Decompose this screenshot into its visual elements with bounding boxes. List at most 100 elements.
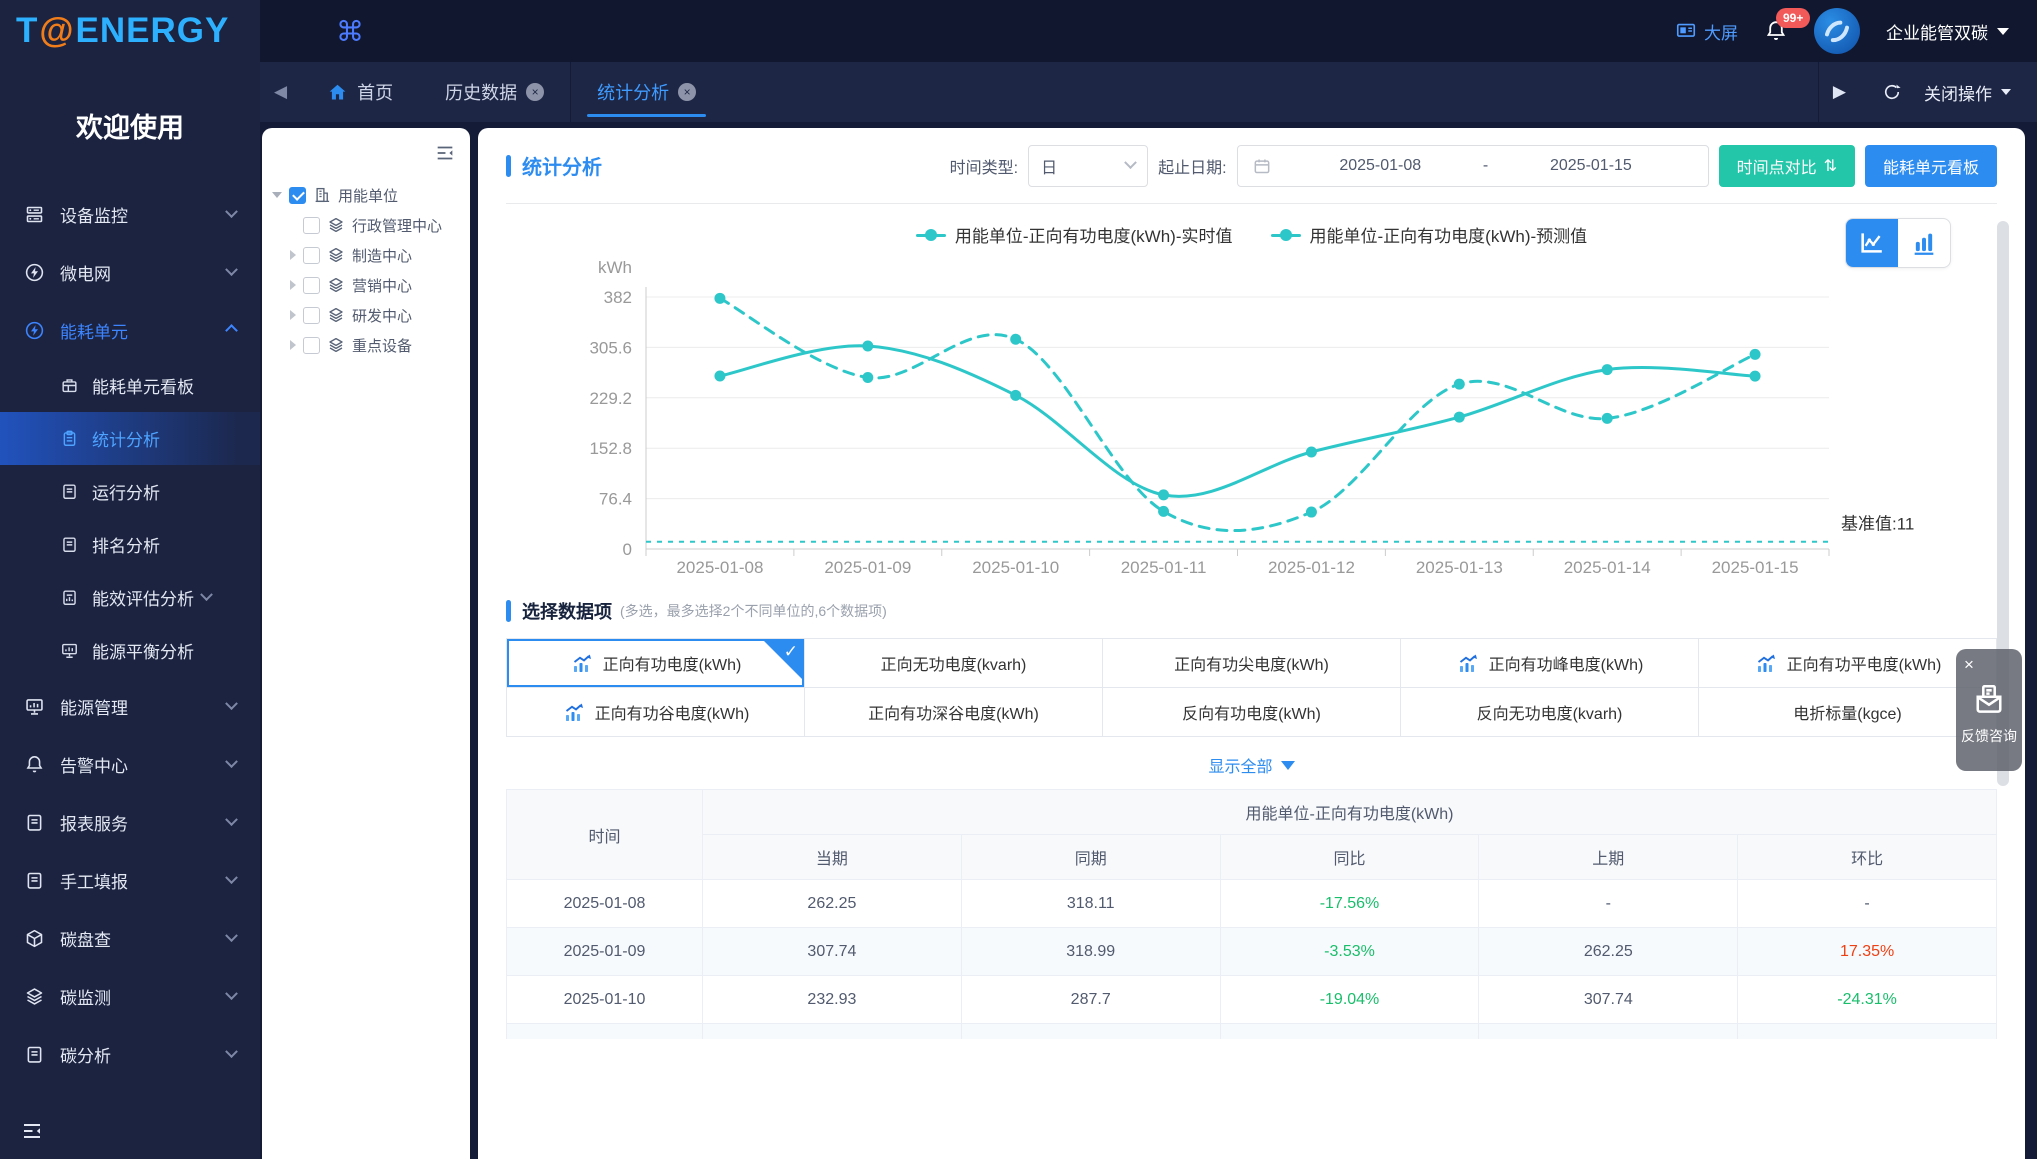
checkbox-unchecked[interactable]	[303, 216, 320, 234]
data-item-grid: 正向有功电度(kWh) 正向无功电度(kvarh) 正向有功尖电度(kWh) 正向有功…	[506, 638, 1997, 737]
feedback-widget[interactable]: × 反馈咨询	[1956, 649, 2022, 771]
caret-right-icon[interactable]	[290, 310, 296, 320]
top-bar: ⌘ 大屏 99+ 企业能管双碳	[260, 0, 2037, 62]
tree-node-root[interactable]: 用能单位	[272, 180, 460, 210]
tree-node-rd-center[interactable]: 研发中心	[272, 300, 460, 330]
data-item-fwd-active-sharp[interactable]: 正向有功尖电度(kWh)	[1103, 639, 1401, 688]
data-item-fwd-active-flat[interactable]: 正向有功平电度(kWh)	[1699, 639, 1997, 688]
sidebar-item-device-monitor[interactable]: 设备监控	[0, 185, 260, 243]
sidebar-item-operation-analysis[interactable]: 运行分析	[0, 465, 260, 518]
data-item-fwd-active-peak[interactable]: 正向有功峰电度(kWh)	[1401, 639, 1699, 688]
tree-collapse-icon[interactable]	[434, 142, 456, 164]
svg-text:76.4: 76.4	[599, 490, 632, 509]
line-chart-toggle-button[interactable]	[1846, 219, 1898, 267]
chevron-down-icon	[1997, 27, 2009, 35]
sidebar-item-efficiency-evaluation[interactable]: 能效评估分析	[0, 571, 260, 624]
tab-history-data[interactable]: 历史数据 ×	[419, 62, 570, 122]
sidebar-item-statistical-analysis[interactable]: 统计分析	[0, 412, 260, 465]
avatar[interactable]	[1814, 8, 1860, 54]
tree-node-label: 研发中心	[352, 307, 413, 325]
date-end-value[interactable]: 2025-01-15	[1488, 157, 1693, 175]
apps-command-icon[interactable]: ⌘	[336, 15, 364, 48]
sidebar-item-carbon-monitoring[interactable]: 碳监测	[0, 967, 260, 1025]
date-range-input[interactable]: 2025-01-08 - 2025-01-15	[1236, 144, 1709, 187]
chevron-down-icon	[225, 262, 238, 276]
checkbox-unchecked[interactable]	[303, 336, 320, 354]
energy-unit-kanban-button[interactable]: 能耗单元看板	[1864, 144, 1997, 187]
chart-canvas[interactable]: 0 76.4 152.8 229.2 305.6 382 kWh 2025-01-08 2025…	[506, 251, 1997, 588]
table-cell: 232.93	[702, 975, 962, 1024]
sidebar-item-microgrid[interactable]: 微电网	[0, 243, 260, 301]
feedback-close-icon[interactable]: ×	[1960, 654, 1978, 675]
caret-right-icon[interactable]	[290, 340, 296, 350]
time-point-compare-button[interactable]: 时间点对比 ⇅	[1718, 144, 1855, 187]
sidebar-item-report-service[interactable]: 报表服务	[0, 793, 260, 851]
sidebar-item-energy-balance[interactable]: 能源平衡分析	[0, 624, 260, 677]
data-item-rev-active[interactable]: 反向有功电度(kWh)	[1103, 688, 1401, 737]
brand-logo-t: T	[16, 11, 39, 50]
legend-item-2[interactable]: 用能单位-正向有功电度(kWh)-预测值	[1270, 222, 1587, 247]
svg-text:2025-01-13: 2025-01-13	[1416, 558, 1503, 577]
tabs-back-arrow[interactable]: ◀	[260, 82, 301, 102]
monitor-icon	[60, 641, 79, 660]
cube-icon	[24, 928, 45, 949]
caret-right-icon[interactable]	[290, 280, 296, 290]
sidebar-item-ranking-analysis[interactable]: 排名分析	[0, 518, 260, 571]
show-all-toggle[interactable]: 显示全部	[506, 753, 1997, 777]
tree-node-admin-center[interactable]: 行政管理中心	[272, 210, 460, 240]
sidebar-collapse-icon[interactable]	[20, 1119, 44, 1143]
data-item-fwd-active[interactable]: 正向有功电度(kWh)	[507, 639, 805, 688]
tree-panel: 用能单位 行政管理中心 制造中心 营销中心研发中心重点设备	[262, 128, 470, 1159]
time-type-select[interactable]: 日	[1028, 144, 1149, 187]
sidebar-item-energy-management[interactable]: 能源管理	[0, 677, 260, 735]
sidebar-item-carbon-analysis[interactable]: 碳分析	[0, 1025, 260, 1083]
tab-close-icon[interactable]: ×	[678, 83, 697, 101]
big-screen-label: 大屏	[1704, 23, 1738, 43]
checkbox-checked[interactable]	[289, 186, 306, 204]
legend-item-1[interactable]: 用能单位-正向有功电度(kWh)-实时值	[915, 222, 1233, 247]
sidebar-item-energy-unit[interactable]: 能耗单元	[0, 301, 260, 359]
close-operations-dropdown[interactable]: 关闭操作	[1916, 80, 2011, 105]
data-item-fwd-reactive[interactable]: 正向无功电度(kvarh)	[805, 639, 1103, 688]
tab-home[interactable]: 首页	[301, 62, 419, 122]
sidebar-item-label: 碳分析	[60, 1046, 111, 1066]
bar-chart-toggle-button[interactable]	[1898, 219, 1950, 267]
tree-node-key-equipment[interactable]: 重点设备	[272, 330, 460, 360]
bolt-icon	[24, 262, 45, 283]
tree-node-manufacturing-center[interactable]: 制造中心	[272, 240, 460, 270]
sidebar-item-manual-report[interactable]: 手工填报	[0, 851, 260, 909]
sub-header-row: 当期 同期 同比 上期 环比	[507, 834, 1997, 880]
data-item-coal-equivalent[interactable]: 电折标量(kgce)	[1699, 688, 1997, 737]
svg-text:382: 382	[604, 288, 632, 307]
sidebar-item-carbon-audit[interactable]: 碳盘查	[0, 909, 260, 967]
chart-legend: 用能单位-正向有功电度(kWh)-实时值 用能单位-正向有功电度(kWh)-预测值	[506, 222, 1997, 247]
sidebar-item-alarm-center[interactable]: 告警中心	[0, 735, 260, 793]
notifications-button[interactable]: 99+	[1764, 8, 1811, 43]
checkbox-unchecked[interactable]	[303, 276, 320, 294]
org-switcher[interactable]: 企业能管双碳	[1886, 19, 2009, 44]
data-item-fwd-active-valley[interactable]: 正向有功谷电度(kWh)	[507, 688, 805, 737]
tree-node-marketing-center[interactable]: 营销中心	[272, 270, 460, 300]
triangle-down-icon	[1280, 760, 1295, 770]
bar-chart-icon	[1910, 229, 1938, 257]
page-title-text: 统计分析	[522, 157, 602, 179]
refresh-button[interactable]	[1874, 82, 1902, 102]
col-header-group: 用能单位-正向有功电度(kWh)	[702, 789, 1997, 835]
checkbox-unchecked[interactable]	[303, 306, 320, 324]
caret-down-icon[interactable]	[272, 192, 282, 198]
sidebar-item-energy-unit-kanban[interactable]: 能耗单元看板	[0, 359, 260, 412]
caret-right-icon[interactable]	[290, 250, 296, 260]
data-item-rev-reactive[interactable]: 反向无功电度(kvarh)	[1401, 688, 1699, 737]
tabs-forward-arrow[interactable]: ▶	[1819, 82, 1860, 102]
big-screen-button[interactable]: 大屏	[1675, 19, 1738, 44]
table-cell-value: 17.35%	[1839, 942, 1895, 960]
date-start-value[interactable]: 2025-01-08	[1278, 157, 1483, 175]
data-item-fwd-active-deep-valley[interactable]: 正向有功深谷电度(kWh)	[805, 688, 1103, 737]
checkbox-unchecked[interactable]	[303, 246, 320, 264]
tab-close-icon[interactable]: ×	[526, 83, 545, 101]
notification-badge: 99+	[1776, 8, 1811, 28]
selector-note: (多选，最多选择2个不同单位的,6个数据项)	[620, 603, 887, 619]
table-row: 2025-01-09 307.74 318.99 -3.53% 262.25 17.35%	[506, 927, 1997, 976]
tab-statistical-analysis[interactable]: 统计分析 ×	[570, 62, 722, 122]
filter-toolbar: 时间类型: 日 起止日期: 2025-01-08 - 2025-01-15 时间…	[950, 144, 1997, 187]
